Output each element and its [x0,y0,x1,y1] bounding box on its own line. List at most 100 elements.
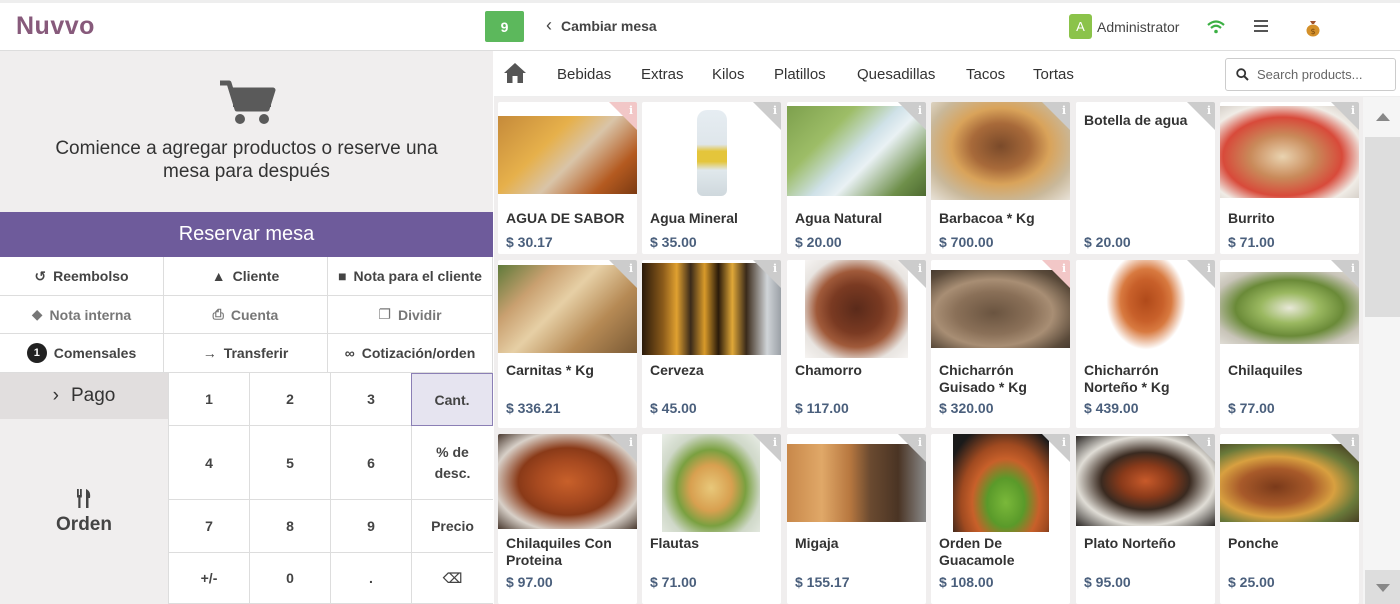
product-price: $ 20.00 [795,234,842,250]
product-name: Chilaquiles Con Proteina [506,535,612,568]
info-icon[interactable]: i [918,104,922,117]
wifi-icon[interactable] [1207,20,1225,34]
info-icon[interactable]: i [1062,104,1066,117]
info-icon[interactable]: i [1207,262,1211,275]
numpad-sign[interactable]: +/- [168,553,249,604]
table-number-badge[interactable]: 9 [485,11,524,42]
product-card[interactable]: i Orden De Guacamole $ 108.00 [931,434,1070,604]
info-icon[interactable]: i [1062,436,1066,449]
info-icon[interactable]: i [1062,262,1066,275]
category-bebidas[interactable]: Bebidas [557,66,611,83]
product-card[interactable]: i Chicharrón Norteño * Kg $ 439.00 [1076,260,1215,428]
product-card[interactable]: i Ponche $ 25.00 [1220,434,1359,604]
product-card[interactable]: i Chicharrón Guisado * Kg $ 320.00 [931,260,1070,428]
info-icon[interactable]: i [629,436,633,449]
product-card[interactable]: i Chilaquiles $ 77.00 [1220,260,1359,428]
home-icon[interactable] [503,62,527,84]
info-icon[interactable]: i [1351,436,1355,449]
info-icon[interactable]: i [1351,104,1355,117]
info-icon[interactable]: i [773,262,777,275]
customer-button[interactable]: ▲ Cliente [164,257,328,296]
internal-note-button[interactable]: ◆ Nota interna [0,296,164,334]
user-menu[interactable]: A Administrator [1069,14,1179,39]
category-extras[interactable]: Extras [641,66,684,83]
product-card[interactable]: i Cerveza $ 45.00 [642,260,781,428]
category-kilos[interactable]: Kilos [712,66,745,83]
empty-order-message: Comience a agregar productos o reserve u… [55,138,438,182]
change-table-button[interactable]: ‹ Cambiar mesa [546,15,657,36]
product-price: $ 336.21 [506,400,561,416]
product-price: $ 108.00 [939,574,994,590]
numpad-key-7[interactable]: 7 [168,500,249,553]
numpad-key-2[interactable]: 2 [249,373,330,426]
product-card[interactable]: i AGUA DE SABOR $ 30.17 [498,102,637,254]
numpad-price[interactable]: Precio [411,500,493,553]
product-card[interactable]: i Carnitas * Kg $ 336.21 [498,260,637,428]
guests-count: 1 [26,343,47,363]
info-icon[interactable]: i [1351,262,1355,275]
numpad: 1 2 3 Cant. 4 5 6 % de desc. 7 8 9 Preci… [168,373,493,604]
product-card[interactable]: i Chamorro $ 117.00 [787,260,926,428]
numpad-discount[interactable]: % de desc. [411,426,493,500]
info-icon[interactable]: i [1207,436,1211,449]
refund-label: Reembolso [53,268,129,284]
cash-bag-icon[interactable]: $ [1305,19,1321,37]
payment-label: Pago [70,385,116,406]
info-icon[interactable]: i [773,436,777,449]
category-tortas[interactable]: Tortas [1033,66,1074,83]
scroll-up-icon[interactable] [1376,113,1390,121]
user-name: Administrator [1097,18,1180,35]
numpad-quantity[interactable]: Cant. [411,373,493,426]
payment-button[interactable]: › Pago [0,373,168,419]
numpad-key-1[interactable]: 1 [168,373,249,426]
info-icon[interactable]: i [629,262,633,275]
product-card[interactable]: i Botella de agua $ 20.00 [1076,102,1215,254]
transfer-button[interactable]: → Transferir [164,334,328,373]
info-icon[interactable]: i [1207,104,1211,117]
category-tacos[interactable]: Tacos [966,66,1005,83]
product-name: Chamorro [795,362,862,378]
numpad-key-9[interactable]: 9 [330,500,411,553]
info-icon[interactable]: i [918,262,922,275]
customer-note-button[interactable]: ■ Nota para el cliente [328,257,493,296]
category-quesadillas[interactable]: Quesadillas [857,66,935,83]
reserve-table-button[interactable]: Reservar mesa [0,212,493,257]
category-platillos[interactable]: Platillos [774,66,826,83]
numpad-decimal[interactable]: . [330,553,411,604]
numpad-key-3[interactable]: 3 [330,373,411,426]
bill-button[interactable]: ⎙ Cuenta [164,296,328,334]
product-name: Cerveza [650,362,704,378]
product-card[interactable]: i Burrito $ 71.00 [1220,102,1359,254]
product-card[interactable]: i Flautas $ 71.00 [642,434,781,604]
product-card[interactable]: i Chilaquiles Con Proteina $ 97.00 [498,434,637,604]
product-scrollbar[interactable] [1363,97,1400,604]
numpad-key-6[interactable]: 6 [330,426,411,500]
info-icon[interactable]: i [773,104,777,117]
search-box[interactable] [1225,58,1396,91]
quotation-button[interactable]: ∞ Cotización/orden [328,334,493,373]
product-card[interactable]: i Agua Mineral $ 35.00 [642,102,781,254]
product-card[interactable]: i Plato Norteño $ 95.00 [1076,434,1215,604]
info-icon[interactable]: i [629,104,633,117]
undo-icon: ↺ [34,267,47,284]
hamburger-menu-icon[interactable] [1254,20,1268,32]
numpad-key-5[interactable]: 5 [249,426,330,500]
product-name: Ponche [1228,535,1279,551]
product-price: $ 71.00 [650,574,697,590]
numpad-key-8[interactable]: 8 [249,500,330,553]
info-icon[interactable]: i [918,436,922,449]
refund-button[interactable]: ↺ Reembolso [0,257,164,296]
scroll-thumb[interactable] [1365,137,1400,317]
scroll-down-icon[interactable] [1376,584,1390,592]
product-card[interactable]: i Migaja $ 155.17 [787,434,926,604]
search-input[interactable] [1257,67,1382,82]
product-price: $ 320.00 [939,400,994,416]
split-button[interactable]: ❐ Dividir [328,296,493,334]
order-button[interactable]: Orden [0,489,168,536]
numpad-backspace[interactable]: ⌫ [411,553,493,604]
numpad-key-4[interactable]: 4 [168,426,249,500]
product-card[interactable]: i Barbacoa * Kg $ 700.00 [931,102,1070,254]
guests-button[interactable]: 1 Comensales [0,334,164,373]
product-card[interactable]: i Agua Natural $ 20.00 [787,102,926,254]
numpad-key-0[interactable]: 0 [249,553,330,604]
